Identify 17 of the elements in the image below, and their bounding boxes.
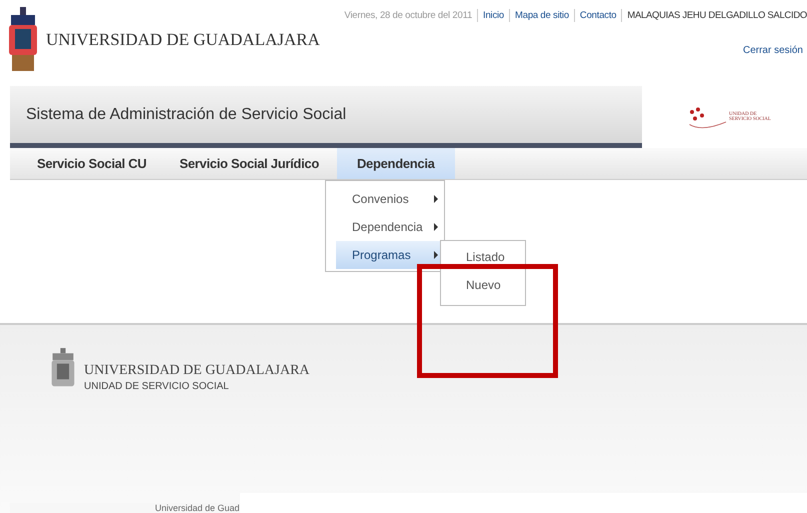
unit-name: UNIDAD DE SERVICIO SOCIAL (84, 381, 230, 392)
user-name: MALAQUIAS JEHU DELGADILLO SALCIDO (626, 9, 807, 22)
crest-icon (8, 7, 38, 73)
top-link[interactable]: Inicio (478, 9, 510, 22)
university-name: UNIVERSIDAD DE GUADALAJARA (84, 363, 310, 379)
university-name: UNIVERSIDAD DE GUADALAJARA (46, 30, 320, 50)
nav-tab[interactable]: Servicio Social CU (22, 148, 164, 179)
system-title: Sistema de Administración de Servicio Social (26, 106, 346, 124)
menu-item[interactable]: Dependencia (326, 213, 444, 241)
menu-item[interactable]: Convenios (326, 185, 444, 213)
nav-tab[interactable]: Servicio Social Jurídico (164, 148, 337, 179)
top-link[interactable]: Mapa de sitio (510, 9, 575, 22)
date-text: Viernes, 28 de octubre del 2011 (339, 9, 478, 22)
top-link[interactable]: Contacto (574, 9, 622, 22)
nav-tab[interactable]: Dependencia (336, 148, 455, 179)
logout-link[interactable]: Cerrar sesión (742, 45, 807, 56)
menu-item[interactable]: Nuevo (441, 271, 525, 299)
